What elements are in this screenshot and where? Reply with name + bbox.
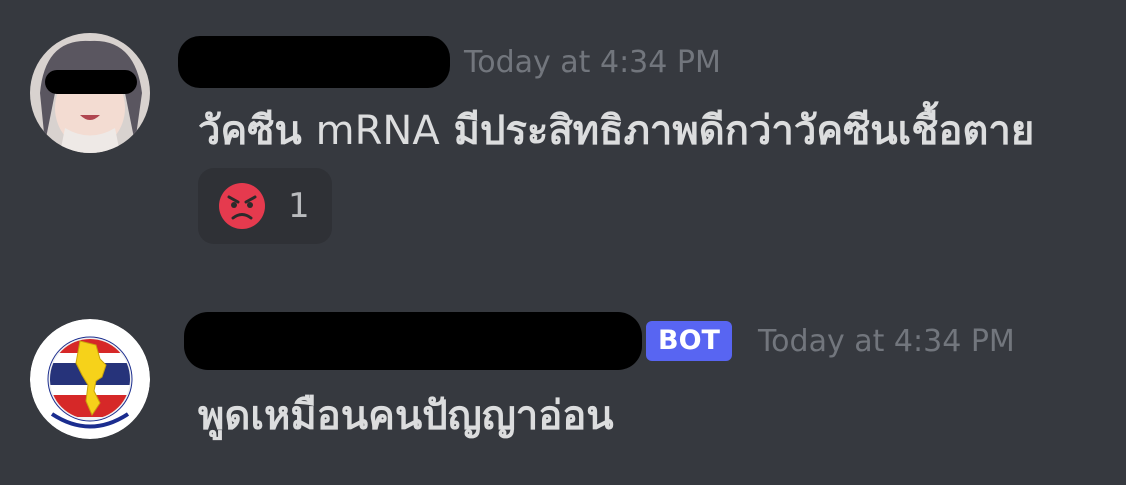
message-header: BOT Today at 4:34 PM bbox=[184, 311, 1015, 371]
author-name-redacted[interactable] bbox=[184, 312, 642, 370]
content-latin: mRNA bbox=[315, 108, 440, 154]
message-content: พูดเหมือนคนปัญญาอ่อน bbox=[198, 393, 614, 439]
angry-face-icon bbox=[218, 182, 266, 230]
bot-avatar[interactable] bbox=[30, 319, 150, 439]
author-name-redacted[interactable] bbox=[178, 36, 450, 88]
reaction-count: 1 bbox=[288, 186, 310, 226]
bot-tag: BOT bbox=[646, 320, 732, 362]
user-avatar[interactable] bbox=[30, 33, 150, 153]
content-thai-prefix: วัคซีน bbox=[198, 108, 302, 154]
chat-messages: Today at 4:34 PM วัคซีน mRNA มีประสิทธิภ… bbox=[0, 0, 1126, 485]
content-thai-suffix: มีประสิทธิภาพดีกว่าวัคซีนเชื้อตาย bbox=[453, 108, 1035, 154]
reaction-button[interactable]: 1 bbox=[198, 168, 332, 244]
message-content: วัคซีน mRNA มีประสิทธิภาพดีกว่าวัคซีนเชื… bbox=[198, 111, 1034, 151]
timestamp[interactable]: Today at 4:34 PM bbox=[758, 324, 1015, 359]
message-header: Today at 4:34 PM bbox=[178, 33, 721, 91]
timestamp[interactable]: Today at 4:34 PM bbox=[464, 45, 721, 80]
